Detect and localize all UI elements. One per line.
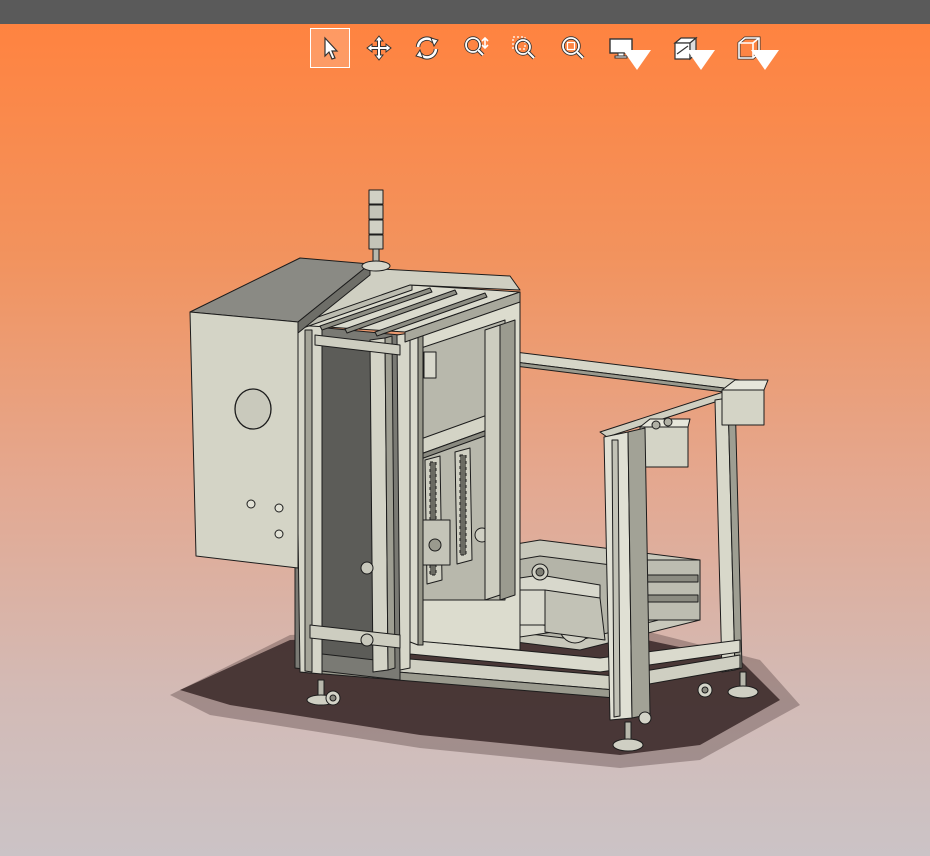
3d-viewport[interactable] [0, 24, 930, 856]
machine-assembly-model[interactable] [0, 24, 930, 856]
title-bar [0, 0, 930, 24]
main-enclosure-frame [294, 321, 411, 681]
signal-tower-lamp [361, 189, 391, 272]
front-right-post [603, 427, 651, 721]
